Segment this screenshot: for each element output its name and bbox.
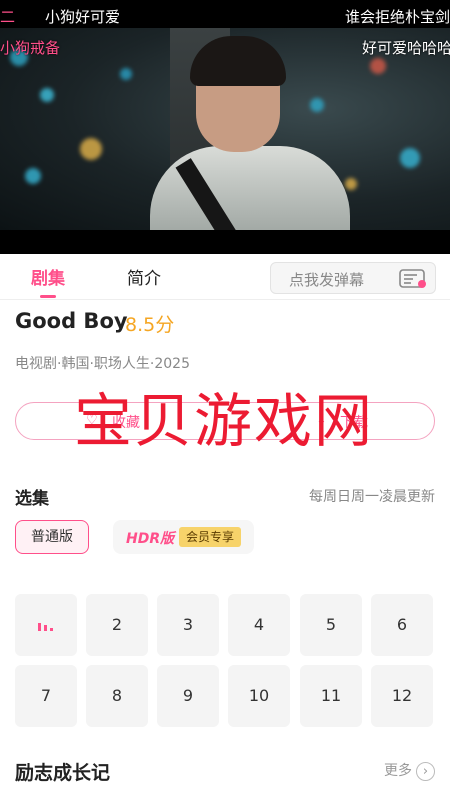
episode-button[interactable]: 3 bbox=[157, 594, 219, 656]
video-frame bbox=[0, 28, 450, 230]
episodes-section-title: 选集 bbox=[15, 489, 49, 509]
related-section-title: 励志成长记 bbox=[15, 762, 111, 784]
video-player[interactable]: 二 小狗好可爱 谁会拒绝朴宝剑 小狗戒备 好可爱哈哈哈 bbox=[0, 0, 450, 254]
danmaku-comment: 好可爱哈哈哈 bbox=[362, 39, 450, 57]
episode-button[interactable]: 6 bbox=[371, 594, 433, 656]
person-jacket bbox=[150, 146, 350, 230]
update-schedule: 每周日周一凌晨更新 bbox=[309, 489, 435, 505]
episode-button[interactable]: 7 bbox=[15, 665, 77, 727]
danmaku-placeholder: 点我发弹幕 bbox=[289, 271, 365, 289]
danmaku-comment: 小狗好可爱 bbox=[45, 8, 121, 26]
episode-button[interactable]: 10 bbox=[228, 665, 290, 727]
show-title: Good Boy bbox=[15, 309, 128, 333]
chevron-right-icon: › bbox=[416, 761, 435, 781]
danmaku-comment: 小狗戒备 bbox=[0, 39, 61, 57]
equalizer-icon bbox=[38, 623, 53, 631]
episode-button[interactable]: 12 bbox=[371, 665, 433, 727]
show-score: 8.5分 bbox=[125, 314, 175, 336]
show-meta: 电视剧·韩国·职场人生·2025 bbox=[15, 356, 190, 372]
episode-button[interactable]: 9 bbox=[157, 665, 219, 727]
tab-intro[interactable]: 简介 bbox=[127, 264, 161, 289]
danmaku-input[interactable]: 点我发弹幕 bbox=[270, 262, 436, 294]
vip-badge: 会员专享 bbox=[179, 527, 241, 547]
watermark: 宝贝游戏网 bbox=[74, 387, 375, 455]
tab-episodes[interactable]: 剧集 bbox=[31, 264, 65, 289]
episode-button[interactable]: 8 bbox=[86, 665, 148, 727]
episode-1-button[interactable] bbox=[15, 594, 77, 656]
episode-button[interactable]: 2 bbox=[86, 594, 148, 656]
danmaku-toggle-icon[interactable] bbox=[399, 269, 427, 289]
danmaku-comment: 二 bbox=[0, 8, 16, 26]
hdr-label: HDR版 bbox=[126, 531, 175, 547]
episode-button[interactable]: 5 bbox=[300, 594, 362, 656]
more-label: 更多 bbox=[384, 763, 412, 779]
danmaku-comment: 谁会拒绝朴宝剑 bbox=[345, 8, 450, 26]
episode-button[interactable]: 11 bbox=[300, 665, 362, 727]
detail-tabs: 剧集 简介 点我发弹幕 bbox=[0, 254, 450, 300]
more-link[interactable]: 更多 › bbox=[384, 760, 435, 781]
episode-button[interactable]: 4 bbox=[228, 594, 290, 656]
version-hdr-button[interactable]: HDR版 会员专享 bbox=[113, 520, 254, 554]
tab-active-indicator bbox=[40, 295, 56, 298]
version-normal-button[interactable]: 普通版 bbox=[15, 520, 89, 554]
